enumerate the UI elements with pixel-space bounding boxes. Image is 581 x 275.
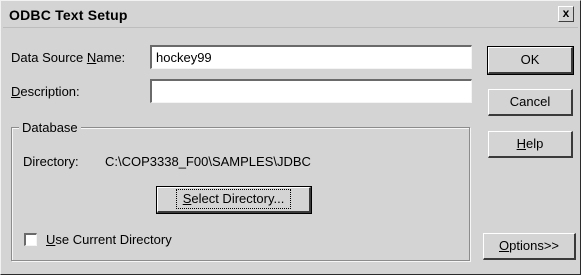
ok-button-label: OK <box>520 52 540 67</box>
title-bar[interactable]: ODBC Text Setup x <box>3 3 578 28</box>
cancel-button-label: Cancel <box>509 94 551 109</box>
help-button[interactable]: Help <box>488 131 573 158</box>
ok-button[interactable]: OK <box>487 46 574 75</box>
window-title: ODBC Text Setup <box>9 7 128 23</box>
select-directory-button[interactable]: Select Directory... <box>156 186 312 214</box>
description-label: Description: <box>11 84 80 99</box>
data-source-name-value: hockey99 <box>156 50 212 65</box>
directory-value: C:\COP3338_F00\SAMPLES\JDBC <box>105 154 311 169</box>
directory-label: Directory: <box>23 154 79 169</box>
data-source-name-label: Data Source Name: <box>11 50 126 65</box>
odbc-text-setup-dialog: ODBC Text Setup x Data Source Name: hock… <box>0 0 581 275</box>
select-directory-label: Select Directory... <box>175 189 292 209</box>
options-button-label: Options>> <box>499 238 559 253</box>
help-button-label: Help <box>516 136 544 151</box>
description-input[interactable] <box>150 79 472 103</box>
close-button[interactable]: x <box>558 6 574 22</box>
options-button[interactable]: Options>> <box>483 233 576 260</box>
use-current-directory-checkbox[interactable] <box>24 233 37 246</box>
data-source-name-input[interactable]: hockey99 <box>150 45 472 69</box>
use-current-directory-label[interactable]: Use Current Directory <box>46 232 172 247</box>
close-icon: x <box>562 6 570 20</box>
database-group-label: Database <box>19 120 81 135</box>
cancel-button[interactable]: Cancel <box>488 89 573 116</box>
